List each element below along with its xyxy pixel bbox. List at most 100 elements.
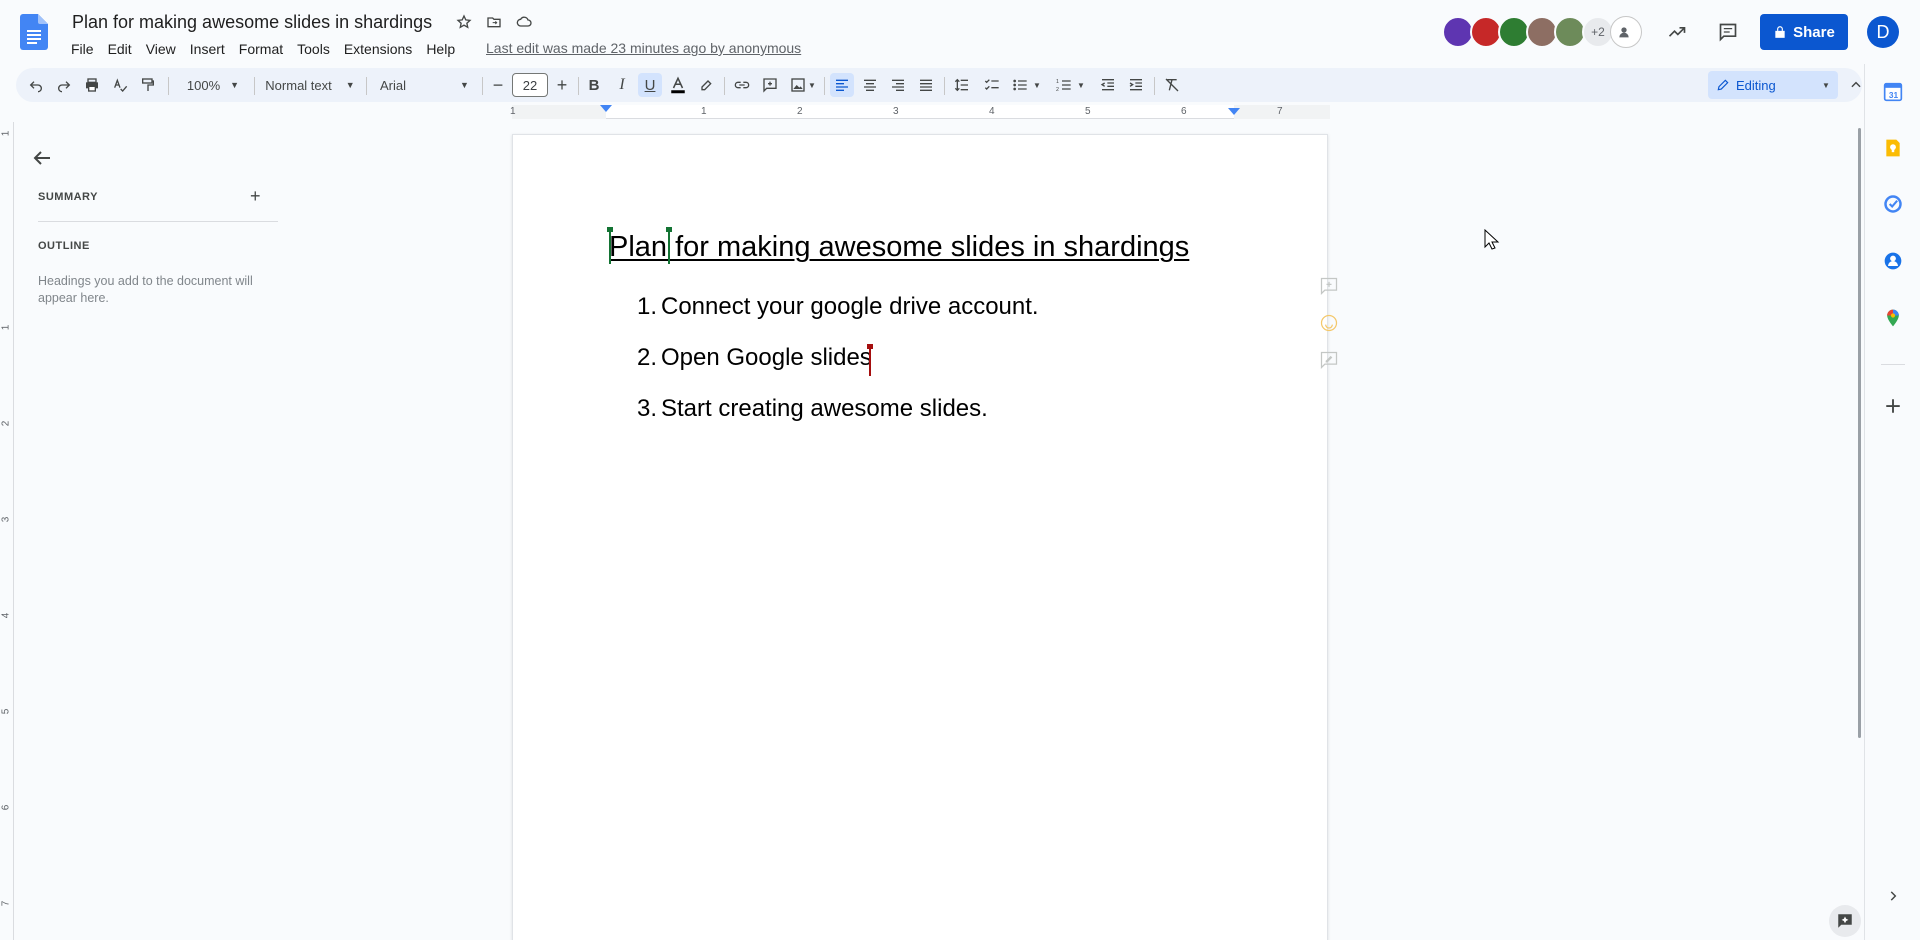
redo-icon[interactable] xyxy=(52,73,76,97)
move-folder-icon[interactable] xyxy=(482,12,506,32)
svg-text:31: 31 xyxy=(1889,90,1899,100)
line-spacing-icon[interactable] xyxy=(950,73,974,97)
paragraph-style-value: Normal text xyxy=(265,77,332,93)
checklist-icon[interactable] xyxy=(980,73,1004,97)
numbered-list[interactable]: 1. Connect your google drive account. 2.… xyxy=(633,293,1039,446)
menu-edit[interactable]: Edit xyxy=(101,37,139,61)
menu-tools[interactable]: Tools xyxy=(290,37,337,61)
increase-indent-icon[interactable] xyxy=(1124,73,1148,97)
add-comment-icon[interactable] xyxy=(1318,276,1340,296)
ruler-tick-label: 6 xyxy=(0,804,12,811)
maps-icon[interactable] xyxy=(1881,306,1905,330)
ruler-tick-label: 1 xyxy=(0,324,12,331)
add-comment-icon[interactable] xyxy=(758,73,782,97)
vertical-scrollbar[interactable] xyxy=(1858,128,1861,738)
emoji-reaction-icon[interactable] xyxy=(1318,313,1340,333)
insert-image-icon[interactable]: ▼ xyxy=(786,73,820,97)
meeting-icon[interactable] xyxy=(1610,16,1642,48)
list-item-text: Connect your google drive account. xyxy=(661,293,1039,320)
menu-view[interactable]: View xyxy=(139,37,183,61)
decrease-indent-icon[interactable] xyxy=(1096,73,1120,97)
activity-dashboard-icon[interactable] xyxy=(1659,14,1695,50)
ruler-tick-label: 1 xyxy=(0,130,12,137)
highlight-color-icon[interactable] xyxy=(694,73,718,97)
undo-icon[interactable] xyxy=(24,73,48,97)
chevron-down-icon: ▼ xyxy=(230,80,240,90)
italic-icon[interactable]: I xyxy=(610,73,634,97)
star-icon[interactable] xyxy=(452,12,476,32)
editing-mode-select[interactable]: Editing ▼ xyxy=(1708,71,1838,99)
font-select[interactable]: Arial ▼ xyxy=(372,73,482,97)
app-header: Plan for making awesome slides in shardi… xyxy=(0,0,1920,64)
tasks-icon[interactable] xyxy=(1881,192,1905,216)
align-center-icon[interactable] xyxy=(858,73,882,97)
comments-icon[interactable] xyxy=(1710,14,1746,50)
right-indent-marker-icon[interactable] xyxy=(1228,108,1240,116)
last-edit-link[interactable]: Last edit was made 23 minutes ago by ano… xyxy=(486,39,801,57)
outline-hint: Headings you add to the document will ap… xyxy=(38,274,253,305)
menu-file[interactable]: File xyxy=(64,37,101,61)
numbered-list-icon[interactable]: 12 ▼ xyxy=(1052,73,1088,97)
collaborator-cursor xyxy=(867,344,873,376)
zoom-select[interactable]: 100% ▼ xyxy=(178,73,248,97)
document-page[interactable]: Plan for making awesome slides in shardi… xyxy=(512,134,1328,940)
vertical-ruler[interactable]: 1 1 2 3 4 5 6 7 xyxy=(0,122,14,940)
divider xyxy=(38,221,278,222)
underline-icon[interactable]: U xyxy=(638,73,662,97)
indent-marker-icon[interactable] xyxy=(600,105,612,113)
user-avatar[interactable]: D xyxy=(1867,16,1899,48)
ruler-tick-label: 4 xyxy=(0,612,12,619)
document-heading[interactable]: Plan for making awesome slides in shardi… xyxy=(609,229,1189,265)
editing-mode-label: Editing xyxy=(1736,77,1776,93)
contacts-icon[interactable] xyxy=(1881,249,1905,273)
font-size-input[interactable]: 22 xyxy=(512,73,548,97)
collaborator-cursor xyxy=(666,227,672,264)
insert-link-icon[interactable] xyxy=(730,73,754,97)
explore-icon[interactable] xyxy=(1829,905,1861,937)
list-item[interactable]: 2. Open Google slides xyxy=(633,344,1039,395)
menu-insert[interactable]: Insert xyxy=(183,37,232,61)
cloud-saved-icon[interactable] xyxy=(512,12,536,32)
decrease-font-size-button[interactable]: − xyxy=(486,73,510,97)
list-item[interactable]: 1. Connect your google drive account. xyxy=(633,293,1039,344)
font-value: Arial xyxy=(380,77,407,93)
increase-font-size-button[interactable]: + xyxy=(550,73,574,97)
chevron-down-icon: ▼ xyxy=(1822,80,1830,90)
bulleted-list-icon[interactable]: ▼ xyxy=(1008,73,1044,97)
chevron-down-icon: ▼ xyxy=(460,80,469,90)
docs-logo-icon[interactable] xyxy=(20,14,48,50)
list-number: 2. xyxy=(636,344,657,371)
list-item[interactable]: 3. Start creating awesome slides. xyxy=(633,395,1039,446)
ruler-tick-label: 1 xyxy=(510,106,516,117)
ruler-tick-label: 2 xyxy=(0,420,12,427)
add-icon[interactable] xyxy=(1881,394,1905,418)
paragraph-style-select[interactable]: Normal text ▼ xyxy=(260,73,360,97)
align-right-icon[interactable] xyxy=(886,73,910,97)
share-label: Share xyxy=(1793,23,1835,41)
bold-icon[interactable]: B xyxy=(582,73,606,97)
spellcheck-icon[interactable] xyxy=(108,73,132,97)
share-button[interactable]: Share xyxy=(1760,14,1848,50)
text-color-icon[interactable] xyxy=(666,73,690,97)
add-summary-icon[interactable]: + xyxy=(250,186,261,207)
print-icon[interactable] xyxy=(80,73,104,97)
document-title[interactable]: Plan for making awesome slides in shardi… xyxy=(72,10,432,34)
ruler-tick-label: 7 xyxy=(1277,106,1283,117)
align-left-icon[interactable] xyxy=(830,73,854,97)
close-outline-arrow-icon[interactable] xyxy=(30,146,54,170)
menu-extensions[interactable]: Extensions xyxy=(337,37,419,61)
ruler-tick-label: 6 xyxy=(1181,106,1187,117)
justify-icon[interactable] xyxy=(914,73,938,97)
menu-format[interactable]: Format xyxy=(232,37,290,61)
calendar-icon[interactable]: 31 xyxy=(1881,80,1905,104)
menu-help[interactable]: Help xyxy=(419,37,462,61)
paint-format-icon[interactable] xyxy=(136,73,160,97)
keep-icon[interactable] xyxy=(1881,136,1905,160)
mouse-pointer-icon xyxy=(1484,229,1500,250)
suggest-edits-icon[interactable] xyxy=(1318,350,1340,370)
horizontal-ruler[interactable]: 1 1 2 3 4 5 6 7 xyxy=(510,105,1330,119)
chevron-right-icon[interactable] xyxy=(1881,884,1905,908)
clear-formatting-icon[interactable] xyxy=(1160,73,1184,97)
ruler-tick-label: 7 xyxy=(0,900,12,907)
side-panel: 31 xyxy=(1864,64,1920,940)
